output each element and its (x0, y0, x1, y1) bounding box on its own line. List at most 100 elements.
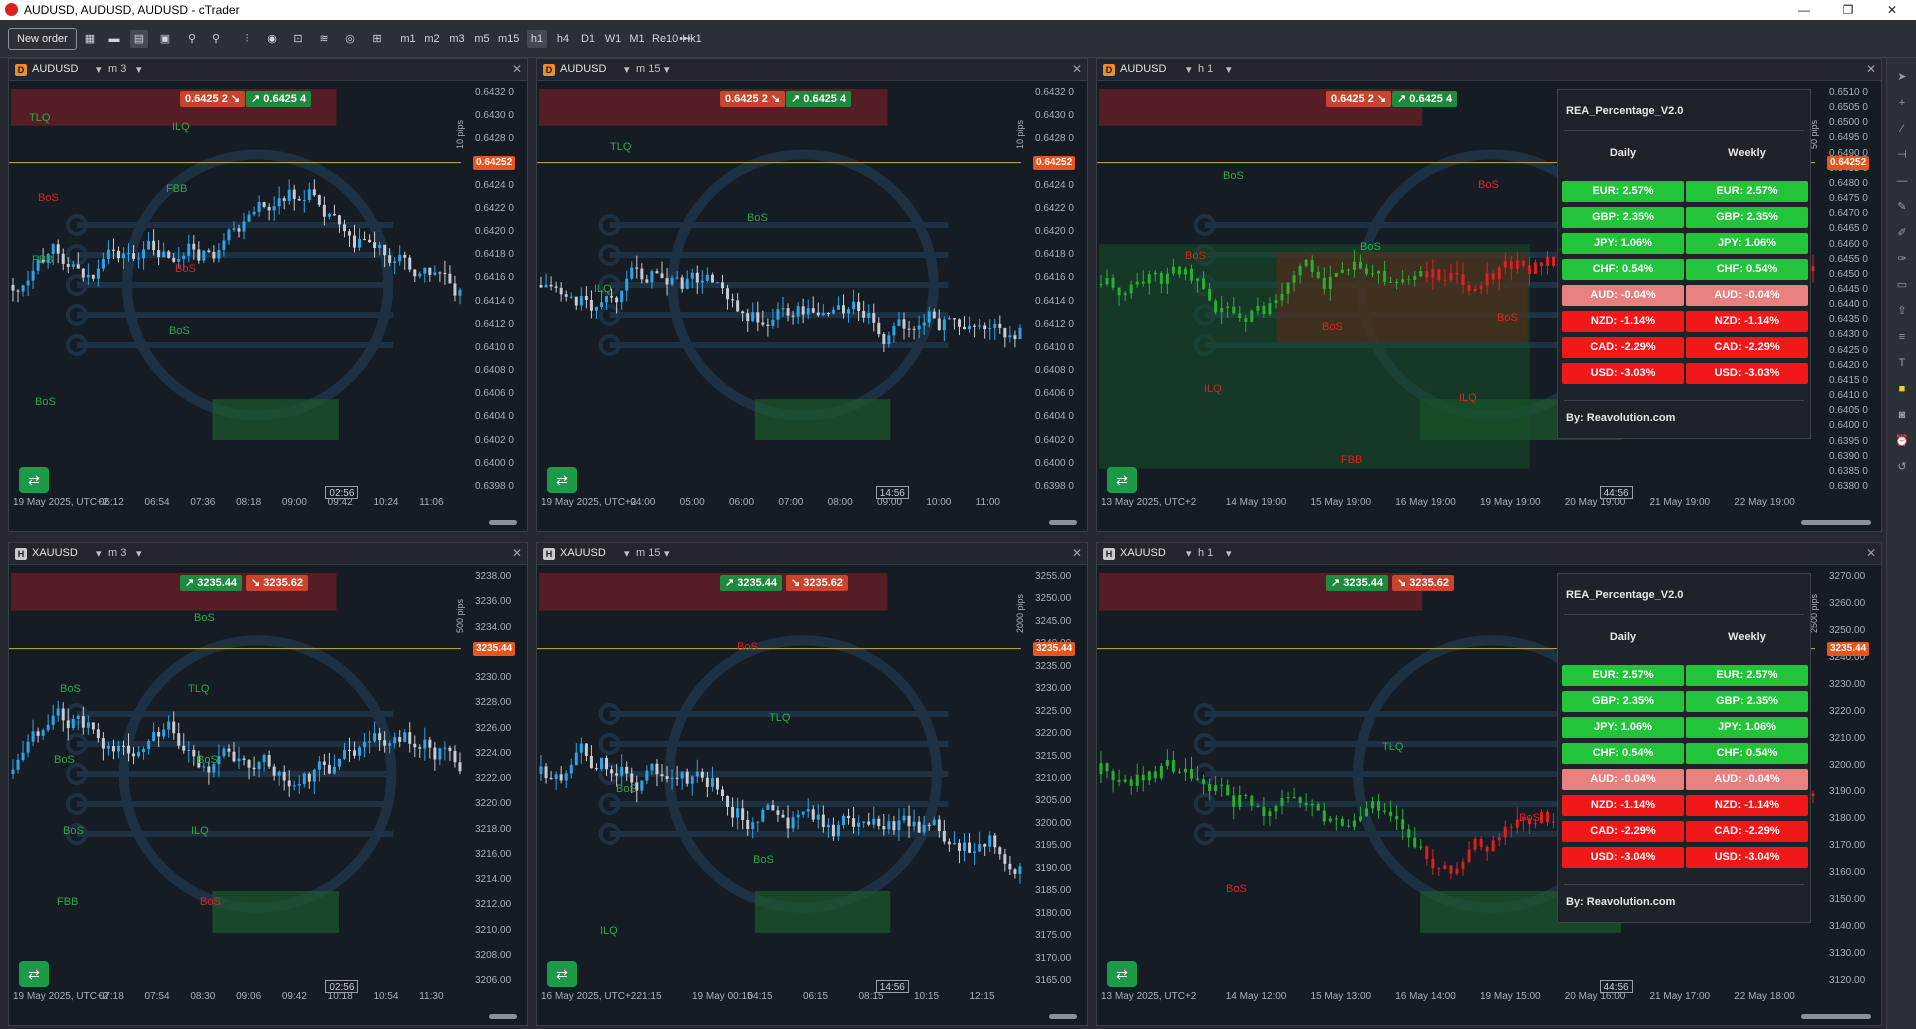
chevron-down-icon[interactable]: ▾ (96, 63, 102, 76)
rectangle-icon[interactable]: ▭ (1895, 278, 1909, 292)
zoom-in-icon[interactable]: ⚲ (184, 30, 200, 48)
sell-price-button[interactable]: 0.6425 2 ↘ (720, 91, 786, 107)
layout-single-icon[interactable]: ▬ (106, 30, 122, 48)
layers-icon[interactable]: ≋ (316, 30, 332, 48)
time-axis[interactable]: 19 May 2025, UTC+2 04:00 05:00 06:00 07:00 08… (541, 497, 1025, 511)
chevron-down-icon[interactable]: ▾ (1186, 547, 1192, 560)
chevron-down-icon[interactable]: ▾ (136, 63, 142, 76)
timeframe-button[interactable]: m1 (398, 30, 418, 48)
chart-panel[interactable]: H XAUUSD ▾ m 3 ▾ ✕ TLQ BoS ILQ FBB BoS BoS BoS BoS BoS… (8, 542, 528, 1026)
time-axis[interactable]: 19 May 2025, UTC+2 07:18 07:54 08:30 09:06 09… (13, 991, 465, 1005)
chart-panel[interactable]: D AUDUSD ▾ m 15 ▾ ✕ TLQ BoS ILQ 0.6425 2 ↘ ↗ 0.642… (536, 58, 1088, 532)
timeframe-button[interactable]: M1 (627, 30, 647, 48)
timeframe-button[interactable]: m5 (472, 30, 492, 48)
more-icon[interactable]: ••• (675, 30, 695, 48)
buy-price-button[interactable]: ↗ 3235.44 (180, 575, 243, 591)
quick-trade-icon[interactable]: ⇄ (19, 467, 49, 493)
horizontal-scrollbar[interactable] (13, 1011, 523, 1021)
horizontal-scrollbar[interactable] (1101, 517, 1877, 527)
timeframe-selector[interactable]: h 1 (1198, 547, 1213, 559)
chart-panel[interactable]: H XAUUSD ▾ h 1 ▾ ✕ TLQ BoS BoS ↗ 3235.44 ↘ 3235.62… (1096, 542, 1882, 1026)
brush-icon[interactable]: ✐ (1895, 226, 1909, 240)
chevron-down-icon[interactable]: ▾ (664, 63, 670, 76)
timeframe-button[interactable]: m2 (422, 30, 442, 48)
close-icon[interactable]: ✕ (512, 546, 522, 560)
quick-trade-icon[interactable]: ⇄ (1107, 467, 1137, 493)
sell-price-button[interactable]: ↘ 3235.62 (786, 575, 849, 591)
price-chart[interactable]: TLQ FBB FBB BoS BoS ILQ BoS BoS (9, 81, 528, 532)
close-button[interactable]: ✕ (1870, 0, 1914, 20)
close-icon[interactable]: ✕ (1072, 546, 1082, 560)
history-icon[interactable]: ↺ (1895, 460, 1909, 474)
pencil-icon[interactable]: ✎ (1895, 200, 1909, 214)
quick-trade-icon[interactable]: ⇄ (547, 467, 577, 493)
symbol-selector[interactable]: AUDUSD (560, 63, 606, 75)
horizontal-scrollbar[interactable] (13, 517, 523, 527)
close-icon[interactable]: ✕ (512, 62, 522, 76)
globe-icon[interactable]: ◉ (264, 30, 280, 48)
sell-price-button[interactable]: ↘ 3235.62 (1392, 575, 1455, 591)
chevron-down-icon[interactable]: ▾ (1226, 547, 1232, 560)
new-order-button[interactable]: New order (8, 28, 77, 50)
maximize-button[interactable]: ❐ (1826, 0, 1870, 20)
chart-panel[interactable]: D AUDUSD ▾ h 1 ▾ ✕ BoS BoS BoS ILQ FBB BoS BoS BoS ILQ… (1096, 58, 1882, 532)
buy-price-button[interactable]: ↗ 0.6425 4 (246, 91, 312, 107)
timeframe-selector[interactable]: m 3 (108, 547, 126, 559)
camera-icon[interactable]: ◙ (1895, 408, 1909, 422)
eye-icon[interactable]: ◎ (342, 30, 358, 48)
horizontal-scrollbar[interactable] (541, 517, 1083, 527)
sell-price-button[interactable]: 0.6425 2 ↘ (180, 91, 246, 107)
ray-tool-icon[interactable]: ⊣ (1895, 148, 1909, 162)
price-chart[interactable]: TLQ BoS ILQ (537, 81, 1088, 532)
price-chart[interactable]: TLQ BoS ILQ FBB BoS BoS BoS BoS BoS (9, 565, 528, 1026)
symbol-selector[interactable]: AUDUSD (1120, 63, 1166, 75)
arrow-icon[interactable]: ⇧ (1895, 304, 1909, 318)
sell-price-button[interactable]: 0.6425 2 ↘ (1326, 91, 1392, 107)
crosshair-icon[interactable]: ⊞ (368, 30, 386, 48)
symbol-selector[interactable]: XAUUSD (32, 547, 78, 559)
buy-price-button[interactable]: ↗ 3235.44 (720, 575, 783, 591)
note-icon[interactable]: ■ (1895, 382, 1909, 396)
close-icon[interactable]: ✕ (1866, 546, 1876, 560)
minimize-button[interactable]: — (1782, 0, 1826, 20)
cursor-icon[interactable]: ➤ (1895, 70, 1909, 84)
timeframe-button[interactable]: D1 (578, 30, 598, 48)
chevron-down-icon[interactable]: ▾ (624, 63, 630, 76)
crosshair-icon[interactable]: + (1895, 96, 1909, 110)
buy-price-button[interactable]: ↗ 3235.44 (1326, 575, 1389, 591)
timeframe-selector[interactable]: m 3 (108, 63, 126, 75)
timeframe-selector[interactable]: h 1 (1198, 63, 1213, 75)
time-axis[interactable]: 13 May 2025, UTC+2 14 May 12:00 15 May 13:… (1101, 991, 1819, 1005)
chart-panel[interactable]: H XAUUSD ▾ m 15 ▾ ✕ TLQ BoS BoS ILQ BoS ↗ 3235.44 ↘ … (536, 542, 1088, 1026)
sell-price-button[interactable]: ↘ 3235.62 (246, 575, 309, 591)
scrollbar-thumb[interactable] (1801, 520, 1871, 525)
chart-type-icon[interactable]: ▣ (156, 30, 174, 48)
scrollbar-thumb[interactable] (1049, 1014, 1077, 1019)
timeframe-selector[interactable]: m 15 (636, 547, 660, 559)
marker-icon[interactable]: ✑ (1895, 252, 1909, 266)
close-icon[interactable]: ✕ (1866, 62, 1876, 76)
time-axis[interactable]: 13 May 2025, UTC+2 14 May 19:00 15 May 19:… (1101, 497, 1819, 511)
timeframe-button[interactable]: W1 (603, 30, 623, 48)
timeframe-button[interactable]: Re10 (652, 30, 678, 48)
symbol-selector[interactable]: XAUUSD (1120, 547, 1166, 559)
chevron-down-icon[interactable]: ▾ (1226, 63, 1232, 76)
quick-trade-icon[interactable]: ⇄ (19, 961, 49, 987)
indicators-icon[interactable]: ⫶ (238, 30, 256, 48)
chevron-down-icon[interactable]: ▾ (1186, 63, 1192, 76)
zoom-out-icon[interactable]: ⚲ (208, 30, 224, 48)
scrollbar-thumb[interactable] (489, 520, 517, 525)
time-axis[interactable]: 16 May 2025, UTC+2 21:15 19 May 00:15 04:15… (541, 991, 1025, 1005)
scrollbar-thumb[interactable] (1801, 1014, 1871, 1019)
timeframe-button[interactable]: m15 (498, 30, 519, 48)
quick-trade-icon[interactable]: ⇄ (547, 961, 577, 987)
text-tool-icon[interactable]: T (1895, 356, 1909, 370)
chevron-down-icon[interactable]: ▾ (136, 547, 142, 560)
symbol-selector[interactable]: AUDUSD (32, 63, 78, 75)
horizontal-line-icon[interactable]: — (1895, 174, 1909, 188)
chevron-down-icon[interactable]: ▾ (96, 547, 102, 560)
price-chart[interactable]: TLQ BoS BoS ILQ BoS (537, 565, 1088, 1026)
scrollbar-thumb[interactable] (489, 1014, 517, 1019)
buy-price-button[interactable]: ↗ 0.6425 4 (786, 91, 852, 107)
fibonacci-icon[interactable]: ≡ (1895, 330, 1909, 344)
